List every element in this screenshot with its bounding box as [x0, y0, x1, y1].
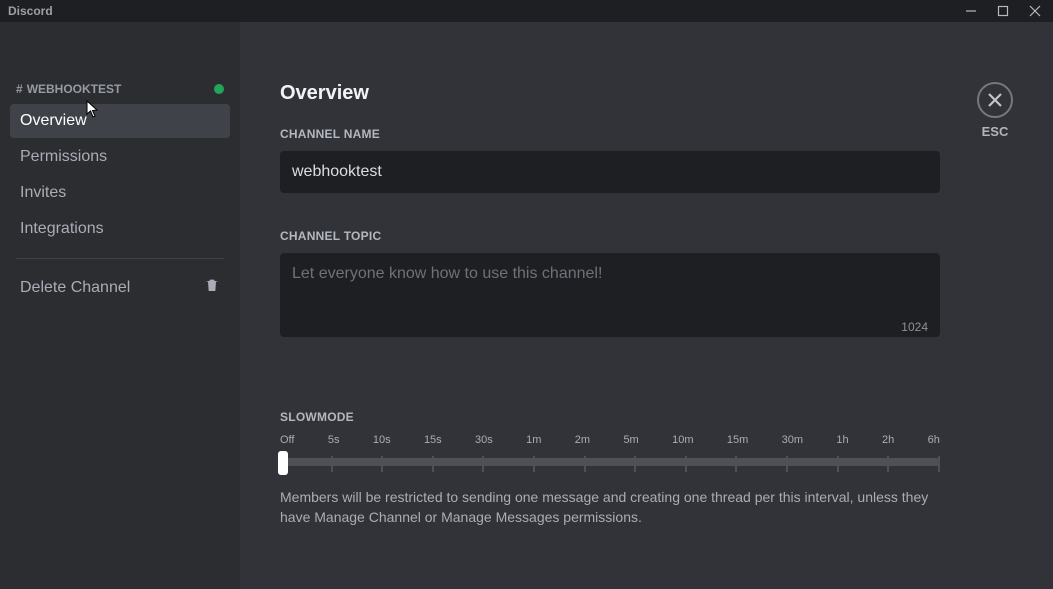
- channel-topic-charcount: 1024: [901, 320, 928, 334]
- slider-tick-mark: [837, 456, 839, 472]
- settings-main: ESC Overview CHANNEL NAME CHANNEL TOPIC …: [240, 22, 1053, 589]
- slowmode-label: SLOWMODE: [280, 410, 1013, 424]
- slider-tick-label: 10m: [672, 434, 693, 446]
- slider-tick-mark: [938, 456, 940, 472]
- slider-tick-label: 5m: [623, 434, 638, 446]
- window-close-button[interactable]: [1021, 1, 1049, 21]
- esc-label: ESC: [982, 124, 1009, 139]
- slider-tick-mark: [786, 456, 788, 472]
- app-name: Discord: [8, 4, 53, 18]
- delete-channel-label: Delete Channel: [20, 279, 130, 297]
- channel-topic-input[interactable]: [280, 253, 940, 337]
- close-control: ESC: [977, 82, 1013, 139]
- sidebar-item-invites[interactable]: Invites: [10, 176, 230, 210]
- slider-tick-mark: [381, 456, 383, 472]
- slider-tick-label: Off: [280, 434, 294, 446]
- delete-channel-button[interactable]: Delete Channel: [10, 269, 230, 306]
- settings-sidebar: # WEBHOOKTEST OverviewPermissionsInvites…: [0, 22, 240, 589]
- slowmode-slider[interactable]: Off 5s 10s 15s 30s 1m 2m 5m 10m 15m 30m 1h 2h 6h: [280, 434, 940, 476]
- sidebar-item-overview[interactable]: Overview: [10, 104, 230, 138]
- sidebar-channel-name: WEBHOOKTEST: [27, 82, 122, 96]
- channel-name-label: CHANNEL NAME: [280, 127, 1013, 141]
- sidebar-item-permissions[interactable]: Permissions: [10, 140, 230, 174]
- channel-name-input[interactable]: [280, 151, 940, 193]
- slider-tick-label: 5s: [328, 434, 340, 446]
- slider-tick-mark: [584, 456, 586, 472]
- slider-tick-mark: [634, 456, 636, 472]
- hash-icon: #: [16, 82, 23, 96]
- sidebar-divider: [16, 258, 224, 259]
- sidebar-item-integrations[interactable]: Integrations: [10, 212, 230, 246]
- slider-tick-mark: [331, 456, 333, 472]
- slider-tick-mark: [685, 456, 687, 472]
- slider-tick-label: 6h: [928, 434, 940, 446]
- window-controls: [957, 1, 1049, 21]
- minimize-button[interactable]: [957, 1, 985, 21]
- slider-tick-label: 2h: [882, 434, 894, 446]
- channel-topic-label: CHANNEL TOPIC: [280, 229, 1013, 243]
- close-button[interactable]: [977, 82, 1013, 118]
- slider-tick-mark: [432, 456, 434, 472]
- slider-tick-label: 1m: [526, 434, 541, 446]
- slider-tick-label: 1h: [836, 434, 848, 446]
- maximize-button[interactable]: [989, 1, 1017, 21]
- slider-tick-mark: [533, 456, 535, 472]
- slider-tick-mark: [735, 456, 737, 472]
- slider-tick-label: 2m: [575, 434, 590, 446]
- slowmode-help-text: Members will be restricted to sending on…: [280, 488, 940, 527]
- sidebar-channel-header: # WEBHOOKTEST: [10, 82, 230, 104]
- slider-tick-mark: [482, 456, 484, 472]
- slider-tick-mark: [887, 456, 889, 472]
- slider-tick-label: 15s: [424, 434, 442, 446]
- slider-tick-label: 30m: [782, 434, 803, 446]
- trash-icon: [204, 277, 220, 298]
- slider-tick-label: 15m: [727, 434, 748, 446]
- titlebar: Discord: [0, 0, 1053, 22]
- slider-tick-label: 30s: [475, 434, 493, 446]
- slider-thumb[interactable]: [278, 451, 288, 475]
- page-title: Overview: [280, 82, 1013, 105]
- slider-tick-label: 10s: [373, 434, 391, 446]
- status-indicator-icon: [214, 84, 224, 94]
